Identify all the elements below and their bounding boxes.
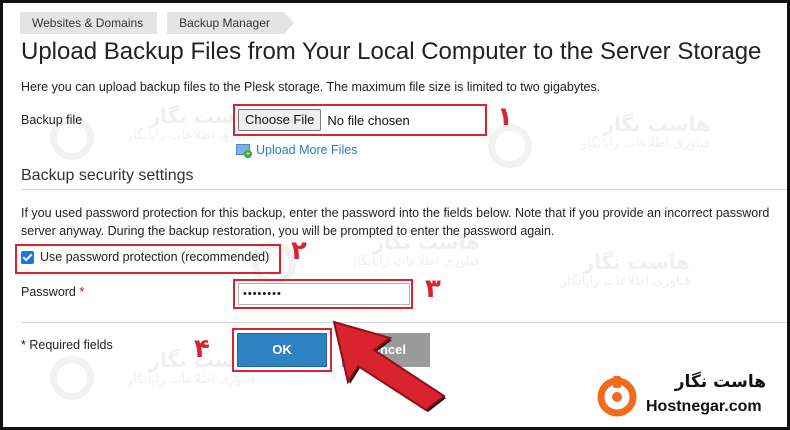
annotation-number-3: ۳ [425, 274, 441, 304]
password-protection-label: Use password protection (recommended) [40, 250, 270, 264]
upload-more-files-label: Upload More Files [256, 143, 358, 157]
password-label: Password * [21, 285, 84, 299]
annotation-number-4: ۴ [194, 334, 210, 364]
breadcrumb-backup-manager[interactable]: Backup Manager [157, 12, 294, 34]
brand-name-fa: هاست نگار [674, 372, 766, 392]
annotation-number-1: ۱ [497, 102, 513, 132]
choose-file-button[interactable]: Choose File [238, 109, 322, 131]
required-star: * [79, 285, 85, 299]
security-description-line-1: If you used password protection for this… [21, 206, 770, 220]
password-label-text: Password [21, 285, 76, 299]
page-title: Upload Backup Files from Your Local Comp… [21, 38, 762, 65]
hostnegar-logo: هاست نگار Hostnegar.com [596, 372, 786, 422]
annotation-number-2: ۲ [291, 236, 307, 266]
backup-file-input[interactable]: Choose File No file chosen [238, 108, 410, 132]
section-divider [21, 189, 790, 190]
watermark-text: هاست نگار فناوری اطلاعات رایانگار [560, 250, 690, 289]
ok-button[interactable]: OK [237, 333, 327, 367]
upload-files-icon: + [236, 143, 252, 158]
backup-file-label: Backup file [21, 113, 83, 127]
watermark-text: هاست نگار فناوری اطلاعات رایانگار [580, 112, 710, 151]
password-input[interactable]: •••••••• [238, 283, 410, 305]
security-description-line-2: server anyway. During the backup restora… [21, 224, 555, 238]
intro-text: Here you can upload backup files to the … [21, 80, 601, 94]
watermark-text: هاست نگار فناوری اطلاعات رایانگار [126, 104, 256, 143]
file-status-text: No file chosen [327, 112, 410, 128]
password-protection-checkbox[interactable] [21, 250, 34, 264]
required-fields-note: * Required fields [21, 338, 113, 352]
breadcrumb-websites-domains[interactable]: Websites & Domains [20, 12, 168, 34]
security-section-title: Backup security settings [21, 167, 194, 184]
hostnegar-logo-icon [597, 376, 637, 417]
brand-name-en: Hostnegar.com [646, 398, 762, 415]
watermark-logo-icon [50, 356, 94, 400]
upload-more-files-link[interactable]: + Upload More Files [236, 143, 358, 158]
breadcrumb: Websites & Domains Backup Manager [20, 12, 294, 34]
security-description: If you used password protection for this… [21, 204, 790, 240]
pointer-arrow-icon [332, 320, 446, 412]
password-protection-option[interactable]: Use password protection (recommended) [21, 250, 269, 264]
